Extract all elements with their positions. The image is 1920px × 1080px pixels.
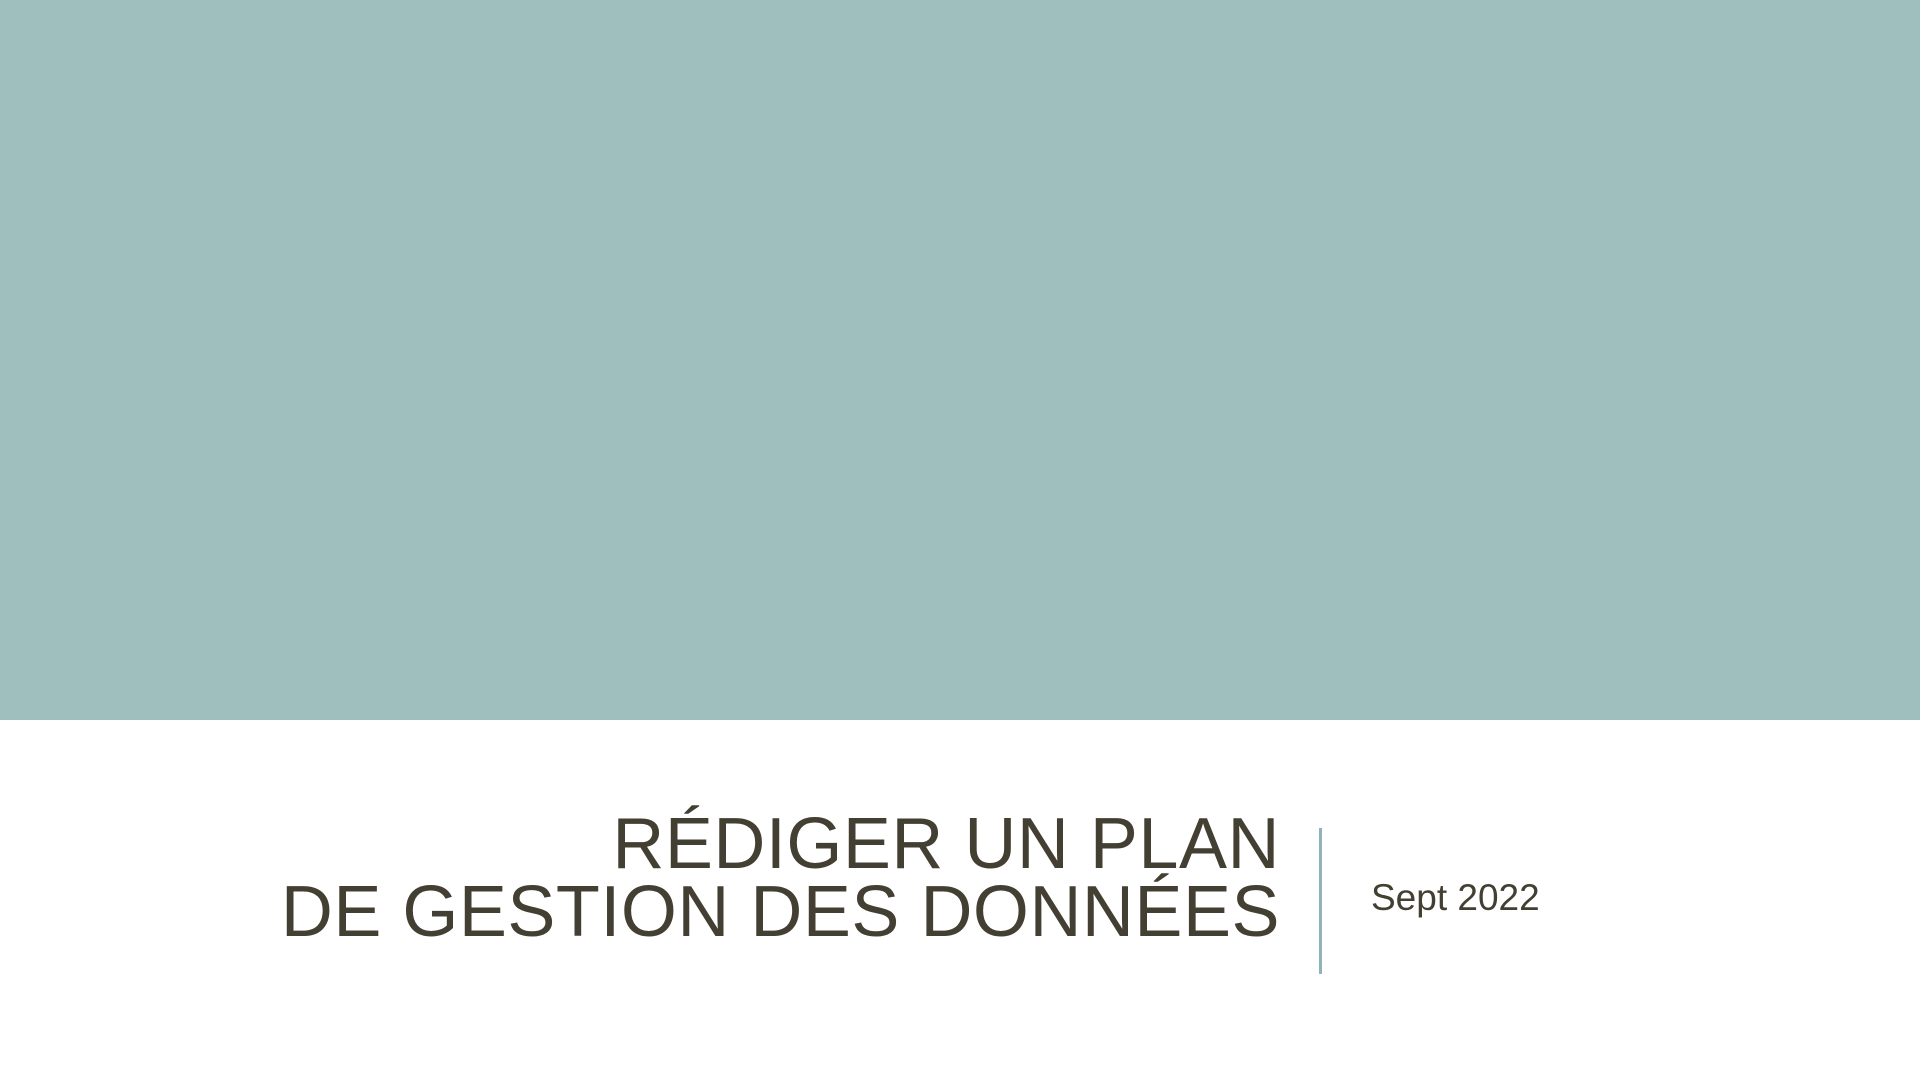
slide-title: RÉDIGER UN PLAN DE GESTION DES DONNÉES [280,804,1280,952]
title-line-2: DE GESTION DES DONNÉES [280,872,1280,952]
title-line-1: RÉDIGER UN PLAN [612,804,1280,884]
vertical-divider [1319,828,1322,974]
slide: RÉDIGER UN PLAN DE GESTION DES DONNÉES S… [0,0,1920,1080]
header-color-band [0,0,1920,720]
slide-date: Sept 2022 [1371,877,1540,918]
